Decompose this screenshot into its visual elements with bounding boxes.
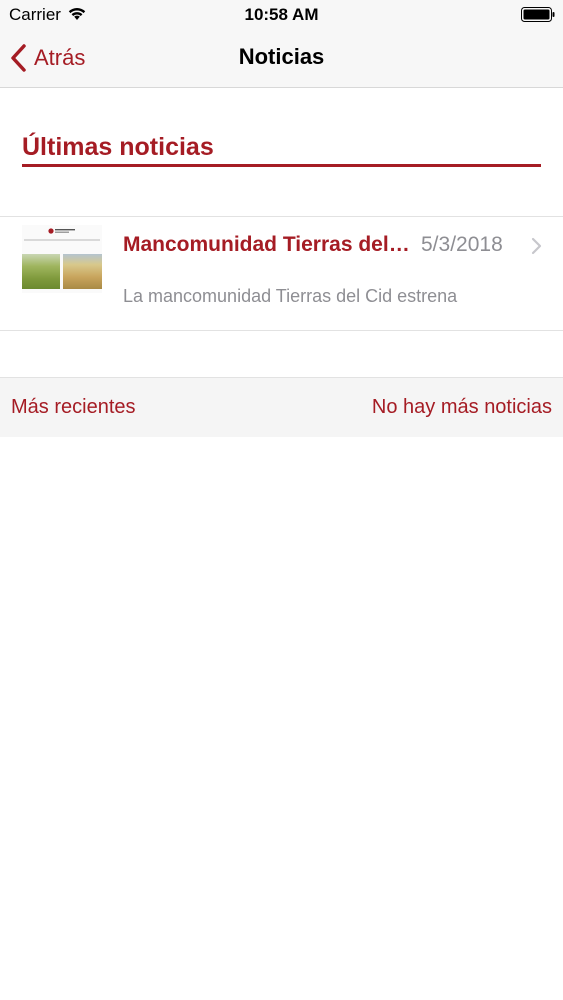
page-title: Noticias (238, 44, 325, 69)
no-more-news-button[interactable]: No hay más noticias (372, 396, 552, 419)
pagination-bar: Más recientes No hay más noticias (0, 377, 563, 437)
thumbnail-field-photo (22, 254, 60, 289)
battery-icon (521, 7, 555, 22)
news-summary: La mancomunidad Tierras del Cid estrena (123, 286, 458, 306)
thumbnail-landscape-photo (63, 254, 102, 289)
news-thumbnail (22, 225, 102, 293)
thumbnail-logo-icon (48, 228, 75, 234)
more-recent-button[interactable]: Más recientes (11, 396, 136, 419)
status-time: 10:58 AM (244, 5, 319, 24)
chevron-right-icon (531, 237, 542, 255)
navigation-bar: Atrás Noticias (0, 30, 563, 88)
news-date: 5/3/2018 (421, 233, 503, 256)
news-title: Mancomunidad Tierras del Cid estrena (123, 233, 413, 256)
news-list-item[interactable]: Mancomunidad Tierras del Cid estrena 5/3… (0, 216, 563, 331)
thumbnail-menu-strip (24, 239, 100, 241)
status-bar: Carrier 10:58 AM (0, 0, 563, 30)
section-divider (22, 164, 541, 167)
section-title: Últimas noticias (22, 133, 214, 161)
